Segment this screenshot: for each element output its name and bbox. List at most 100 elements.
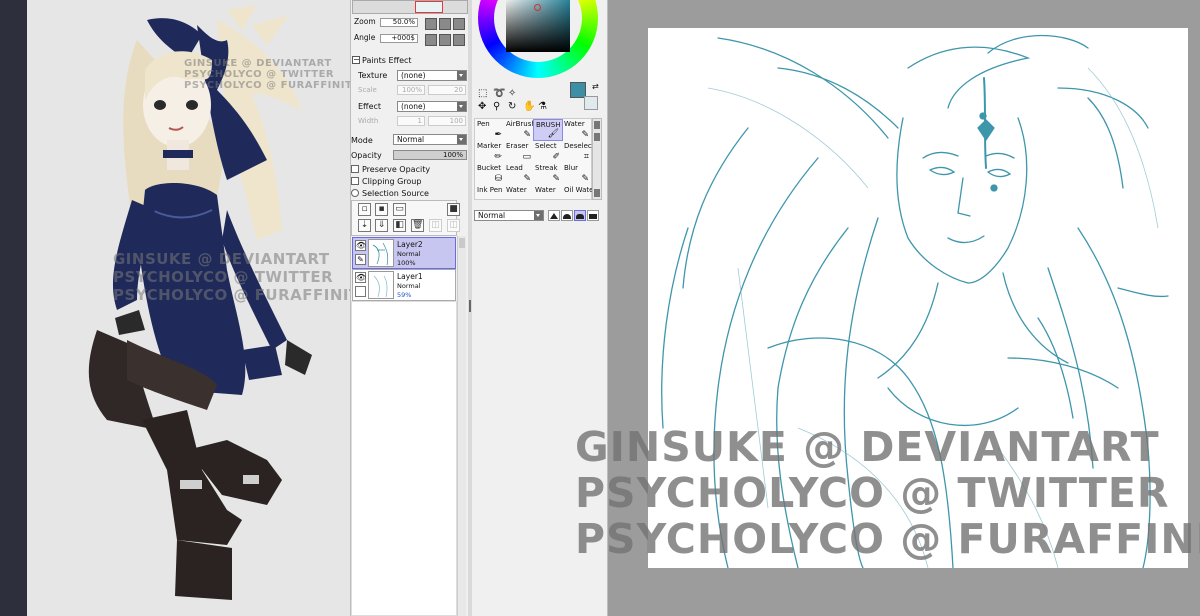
blend-mode-dropdown[interactable]: Normal <box>393 134 467 145</box>
zoom-reset-button[interactable] <box>453 18 465 30</box>
zoom-tool-icon[interactable]: ⚲ <box>493 101 500 112</box>
brush-shape-flat-selected[interactable] <box>574 210 586 221</box>
new-folder-icon[interactable]: ▭ <box>393 203 406 216</box>
scale-number[interactable]: 20 <box>428 85 466 95</box>
rotate-right-button[interactable] <box>439 34 451 46</box>
layer-item-layer2[interactable]: 👁 ✎ Layer2 Normal 100% <box>352 237 456 269</box>
streak-icon: ✎ <box>552 174 560 184</box>
chevron-down-icon <box>457 102 466 111</box>
merge-down-icon[interactable]: ⇓ <box>375 219 388 232</box>
watermark-mid-line-3: PSYCHOLYCO @ FURAFFINITY <box>113 286 350 304</box>
visibility-eye-icon[interactable]: 👁 <box>355 240 366 251</box>
rotate-reset-button[interactable] <box>453 34 465 46</box>
rotate-tool-icon[interactable]: ↻ <box>508 101 516 112</box>
tool-blur[interactable]: Blur ✎ <box>562 163 592 185</box>
select-icon: ✐ <box>552 152 560 162</box>
splitter-grip <box>469 300 471 312</box>
tool-eraser[interactable]: Eraser ▭ <box>504 141 534 163</box>
preserve-opacity-checkbox[interactable] <box>351 165 359 173</box>
layer-mode: Normal <box>397 282 421 290</box>
opacity-slider[interactable]: 100% <box>393 150 467 160</box>
width-value[interactable]: 1 <box>397 116 425 126</box>
selection-source-radio[interactable] <box>351 189 359 197</box>
opacity-label: Opacity <box>351 151 382 160</box>
blur-icon: ✎ <box>581 174 589 184</box>
move-icon[interactable]: ✥ <box>478 101 486 112</box>
tool-marker[interactable]: Marker ✏ <box>475 141 505 163</box>
tool-select[interactable]: Select ✐ <box>533 141 563 163</box>
edit-pen-icon[interactable]: ✎ <box>355 254 366 265</box>
left-canvas[interactable]: GINSUKE @ DEVIANTART PSYCHOLYCO @ TWITTE… <box>27 0 350 616</box>
watermark-top-line-1: GINSUKE @ DEVIANTART <box>184 58 332 69</box>
watermark-mid-line-1: GINSUKE @ DEVIANTART <box>113 250 330 268</box>
bucket-icon: ⛁ <box>494 174 502 184</box>
zoom-out-button[interactable] <box>425 18 437 30</box>
tool-lead[interactable]: Lead ✎ <box>504 163 534 185</box>
transfer-down-icon[interactable]: ⇣ <box>358 219 371 232</box>
layer-disabled-icon[interactable]: ◫ <box>429 219 442 232</box>
layer-opacity: 100% <box>397 259 416 267</box>
tool-streak[interactable]: Streak ✎ <box>533 163 563 185</box>
texture-dropdown[interactable]: (none) <box>397 70 467 81</box>
new-layer-icon[interactable]: ▫ <box>358 203 371 216</box>
lasso-icon[interactable]: ➰ <box>493 88 505 99</box>
layer-mode: Normal <box>397 250 421 258</box>
selection-source-label: Selection Source <box>362 189 429 198</box>
edit-toggle-box[interactable] <box>355 286 366 297</box>
layer-thumbnail <box>368 271 394 299</box>
layer-opacity: 59% <box>397 291 412 299</box>
eraser-icon: ▭ <box>522 152 531 162</box>
watermark-mid-line-2: PSYCHOLYCO @ TWITTER <box>113 268 334 286</box>
tool-airbrush[interactable]: AirBrush ✎ <box>504 119 536 141</box>
tool-scrollbar[interactable] <box>592 118 602 200</box>
navigator-preview[interactable] <box>352 0 468 14</box>
tool-ink-pen[interactable]: Ink Pen <box>475 185 505 201</box>
character-illustration <box>88 5 312 600</box>
tool-oil-water[interactable]: Oil Wate <box>562 185 593 201</box>
navigator-viewport[interactable] <box>415 1 443 13</box>
layer-scroll-thumb[interactable] <box>459 238 465 248</box>
width-label: Width <box>358 117 379 125</box>
tool-bucket[interactable]: Bucket ⛁ <box>475 163 505 185</box>
sub-color-swatch[interactable] <box>584 96 598 110</box>
watermark-line-3: PSYCHOLYCO @ FURAFFINITY <box>575 515 1200 563</box>
brush-shape-round[interactable] <box>561 210 573 221</box>
zoom-value[interactable]: 50.0% <box>380 18 418 27</box>
watermark-line-1: GINSUKE @ DEVIANTART <box>575 423 1160 471</box>
layer-item-layer1[interactable]: 👁 Layer1 Normal 59% <box>352 269 456 301</box>
layer-options-icon[interactable]: ■ <box>447 203 460 216</box>
zoom-label: Zoom <box>354 17 376 26</box>
brush-blend-dropdown[interactable]: Normal <box>474 210 544 221</box>
swap-colors-icon[interactable]: ⇄ <box>592 82 599 91</box>
layer-disabled-icon-2[interactable]: ◫ <box>447 219 460 232</box>
new-linework-layer-icon[interactable]: ▪ <box>375 203 388 216</box>
rect-select-icon[interactable]: ⬚ <box>478 88 487 99</box>
angle-value[interactable]: +000$ <box>380 34 418 43</box>
tool-water[interactable]: Water ✎ <box>562 119 592 141</box>
zoom-in-button[interactable] <box>439 18 451 30</box>
delete-layer-icon[interactable]: 🗑 <box>411 219 424 232</box>
effect-label: Effect <box>358 102 382 111</box>
scale-label: Scale <box>358 86 377 94</box>
layer-scrollbar[interactable] <box>457 236 466 616</box>
tool-water-2[interactable]: Water <box>504 185 534 201</box>
saturation-value-box[interactable] <box>506 0 570 52</box>
effect-dropdown[interactable]: (none) <box>397 101 467 112</box>
tool-brush[interactable]: BRUSH 🖌 <box>533 119 563 141</box>
hand-icon[interactable]: ✋ <box>523 101 535 112</box>
tool-pen[interactable]: Pen ✒ <box>475 119 505 141</box>
clear-layer-icon[interactable]: ◧ <box>393 219 406 232</box>
width-number[interactable]: 100 <box>428 116 466 126</box>
visibility-eye-icon[interactable]: 👁 <box>355 272 366 283</box>
magic-wand-icon[interactable]: ✧ <box>508 88 516 99</box>
eyedropper-icon[interactable]: ⚗ <box>538 101 547 112</box>
rotate-left-button[interactable] <box>425 34 437 46</box>
collapse-paints-effect-icon[interactable]: − <box>352 56 360 64</box>
brush-shape-square[interactable] <box>587 210 599 221</box>
tool-water-3[interactable]: Water <box>533 185 563 201</box>
clipping-group-checkbox[interactable] <box>351 177 359 185</box>
scale-value[interactable]: 100% <box>397 85 425 95</box>
tool-deselect[interactable]: Deselect ⌗ <box>562 141 595 163</box>
brush-shape-sharp[interactable] <box>548 210 560 221</box>
watermark-line-2: PSYCHOLYCO @ TWITTER <box>575 469 1170 517</box>
